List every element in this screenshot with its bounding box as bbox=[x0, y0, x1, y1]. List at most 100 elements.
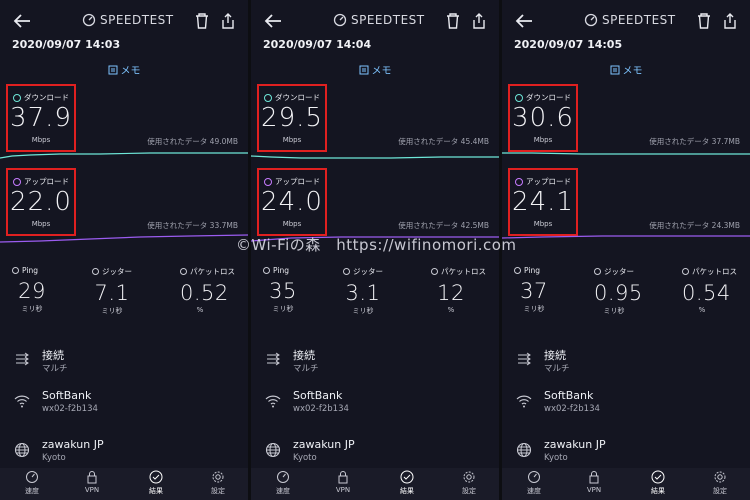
share-icon[interactable] bbox=[471, 12, 487, 30]
upload-unit: Mbps bbox=[533, 220, 553, 228]
nav-vpn[interactable]: VPN bbox=[574, 470, 614, 494]
ping-unit: ミリ秒 bbox=[272, 305, 294, 313]
latency-stats: Ping 35 ミリ秒 ジッター 3.1 ミリ秒 パケットロス 12 % bbox=[251, 266, 499, 322]
upload-icon bbox=[264, 177, 272, 186]
back-arrow-icon[interactable] bbox=[12, 11, 32, 31]
server-info: zawakun JP Kyoto bbox=[251, 436, 499, 472]
nav-speed-label: 速度 bbox=[25, 487, 39, 495]
memo-button[interactable]: メモ bbox=[0, 62, 248, 77]
back-arrow-icon[interactable] bbox=[514, 11, 534, 31]
share-icon[interactable] bbox=[220, 12, 236, 30]
upload-icon bbox=[515, 177, 523, 186]
download-graph bbox=[502, 152, 750, 155]
carrier-id: wx02-f2b134 bbox=[42, 404, 98, 414]
trash-icon[interactable] bbox=[696, 12, 712, 30]
packet-loss-label: パケットロス bbox=[692, 267, 737, 276]
connection-value: マルチ bbox=[293, 364, 319, 374]
nav-results[interactable]: 結果 bbox=[638, 470, 678, 496]
nav-vpn[interactable]: VPN bbox=[72, 470, 112, 494]
nav-speed[interactable]: 速度 bbox=[514, 470, 554, 496]
wifi-icon bbox=[265, 395, 281, 408]
nav-results[interactable]: 結果 bbox=[136, 470, 176, 496]
upload-label: アップロード bbox=[24, 177, 69, 186]
upload-label: アップロード bbox=[275, 177, 320, 186]
nav-settings[interactable]: 設定 bbox=[700, 470, 740, 496]
upload-header: アップロード bbox=[13, 176, 69, 187]
packet-loss-unit: % bbox=[447, 306, 455, 314]
packet-loss-label: パケットロス bbox=[441, 267, 486, 276]
test-datetime: 2020/09/07 14:03 bbox=[12, 38, 121, 51]
connection-label: 接続 bbox=[293, 349, 315, 362]
speed-gauge-icon bbox=[277, 471, 289, 483]
carrier-name: SoftBank bbox=[544, 389, 594, 402]
packet-loss-icon bbox=[431, 268, 438, 275]
jitter-label: ジッター bbox=[604, 267, 634, 276]
nav-settings[interactable]: 設定 bbox=[449, 470, 489, 496]
check-circle-icon bbox=[651, 470, 665, 484]
top-bar: SPEEDTEST bbox=[502, 8, 750, 36]
trash-icon[interactable] bbox=[445, 12, 461, 30]
globe-icon bbox=[516, 442, 532, 458]
packet-loss-stat: パケットロス 0.54 % bbox=[682, 266, 750, 314]
ping-unit: ミリ秒 bbox=[21, 305, 43, 313]
upload-value: 24.1 bbox=[512, 187, 574, 217]
speedtest-logo: SPEEDTEST bbox=[82, 13, 174, 27]
download-header: ダウンロード bbox=[13, 92, 69, 103]
gear-icon bbox=[714, 471, 726, 483]
gear-icon bbox=[212, 471, 224, 483]
jitter-icon bbox=[343, 268, 350, 275]
back-arrow-icon[interactable] bbox=[263, 11, 283, 31]
download-header: ダウンロード bbox=[264, 92, 320, 103]
speed-gauge-icon bbox=[26, 471, 38, 483]
test-datetime: 2020/09/07 14:05 bbox=[514, 38, 623, 51]
jitter-value: 3.1 bbox=[345, 281, 381, 305]
nav-results[interactable]: 結果 bbox=[387, 470, 427, 496]
ping-value: 35 bbox=[269, 279, 297, 303]
carrier-name: SoftBank bbox=[42, 389, 92, 402]
trash-icon[interactable] bbox=[194, 12, 210, 30]
upload-box: アップロード 22.0 Mbps bbox=[6, 168, 76, 236]
carrier-info: SoftBank wx02-f2b134 bbox=[0, 387, 248, 423]
server-city: Kyoto bbox=[42, 453, 66, 463]
wifi-icon bbox=[516, 395, 532, 408]
connection-info: 接続 マルチ bbox=[502, 345, 750, 381]
ping-icon bbox=[514, 267, 521, 274]
nav-speed[interactable]: 速度 bbox=[263, 470, 303, 496]
nav-vpn-label: VPN bbox=[586, 486, 602, 494]
nav-settings-label: 設定 bbox=[713, 487, 727, 495]
ping-label: Ping bbox=[273, 266, 289, 275]
download-icon bbox=[264, 93, 272, 102]
top-bar: SPEEDTEST bbox=[0, 8, 248, 36]
speedtest-logo: SPEEDTEST bbox=[333, 13, 425, 27]
server-info: zawakun JP Kyoto bbox=[502, 436, 750, 472]
note-icon bbox=[359, 65, 368, 74]
ping-stat: Ping 35 ミリ秒 bbox=[263, 266, 343, 314]
lock-icon bbox=[338, 471, 348, 484]
jitter-stat: ジッター 3.1 ミリ秒 bbox=[343, 266, 423, 316]
ping-stat: Ping 37 ミリ秒 bbox=[514, 266, 594, 314]
carrier-id: wx02-f2b134 bbox=[293, 404, 349, 414]
bottom-nav: 速度 VPN 結果 設定 bbox=[502, 468, 750, 500]
brand-name: SPEEDTEST bbox=[100, 13, 174, 27]
result-panel-1: SPEEDTEST 2020/09/07 14:03 メモ ダウンロード 37.… bbox=[0, 0, 248, 500]
nav-speed[interactable]: 速度 bbox=[12, 470, 52, 496]
test-datetime: 2020/09/07 14:04 bbox=[263, 38, 372, 51]
memo-button[interactable]: メモ bbox=[251, 62, 499, 77]
latency-stats: Ping 37 ミリ秒 ジッター 0.95 ミリ秒 パケットロス 0.54 % bbox=[502, 266, 750, 322]
share-icon[interactable] bbox=[722, 12, 738, 30]
jitter-value: 0.95 bbox=[594, 281, 643, 305]
gauge-icon bbox=[82, 13, 96, 27]
upload-unit: Mbps bbox=[31, 220, 51, 228]
carrier-info: SoftBank wx02-f2b134 bbox=[251, 387, 499, 423]
speed-gauge-icon bbox=[528, 471, 540, 483]
download-graph bbox=[0, 152, 248, 159]
speedtest-logo: SPEEDTEST bbox=[584, 13, 676, 27]
result-panel-3: SPEEDTEST 2020/09/07 14:05 メモ ダウンロード 30.… bbox=[502, 0, 750, 500]
jitter-unit: ミリ秒 bbox=[603, 307, 625, 315]
jitter-unit: ミリ秒 bbox=[352, 307, 374, 315]
memo-button[interactable]: メモ bbox=[502, 62, 750, 77]
nav-vpn[interactable]: VPN bbox=[323, 470, 363, 494]
download-icon bbox=[13, 93, 21, 102]
download-label: ダウンロード bbox=[275, 93, 320, 102]
nav-settings[interactable]: 設定 bbox=[198, 470, 238, 496]
